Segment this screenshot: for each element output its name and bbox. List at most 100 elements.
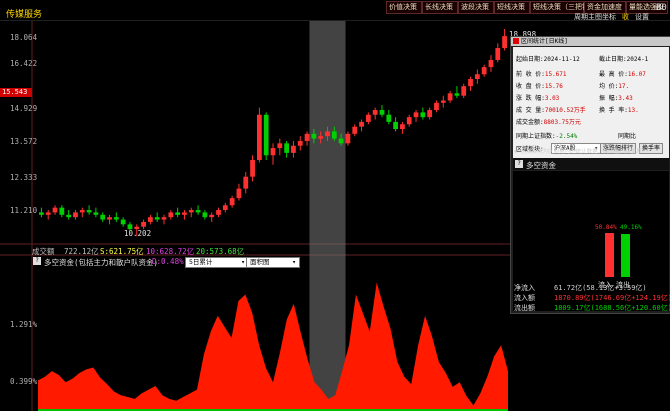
coord-button[interactable]: 坐标 <box>602 12 616 22</box>
volume-ma5: S:621.75亿 <box>100 247 144 256</box>
end-date-label: 截止日期: <box>599 56 627 63</box>
row-label: 流出额 <box>514 304 535 312</box>
period-button[interactable]: 周期 <box>574 12 588 22</box>
dialog-title-bar[interactable]: 区间统计[日K线] <box>511 37 670 46</box>
candle-body <box>474 74 480 80</box>
strategy-button[interactable]: 长线决策 <box>422 1 458 14</box>
candle-body <box>243 176 249 189</box>
y-tick-label: 11.210 <box>10 206 38 215</box>
app-icon <box>513 38 519 44</box>
table-row: 流入额 1870.89亿(1746.69亿+124.19亿) <box>514 293 670 303</box>
amount-value: 8803.75万元 <box>543 119 581 126</box>
start-date-value[interactable]: 2024-11-12 <box>544 56 580 63</box>
turnover-rank-button[interactable]: 换手率 <box>639 143 664 154</box>
checkbox-icon[interactable]: ▪ <box>514 149 517 155</box>
chevron-down-icon: ▾ <box>292 258 296 266</box>
compare2-label: 同期比 <box>618 133 637 140</box>
candle-body <box>413 112 419 118</box>
flow-panel-title: 多空资金 <box>526 161 556 170</box>
volume-ma20: 20:573.68亿 <box>196 247 245 256</box>
period-select-value: 5日累计 <box>189 258 213 266</box>
candle-body <box>263 114 269 156</box>
inflow-bar <box>605 233 614 277</box>
candle-body <box>79 210 85 213</box>
prev-close-label: 前 收 价: <box>516 71 545 78</box>
settings-button[interactable]: 设置 <box>635 12 649 22</box>
outflow-bar <box>621 234 630 277</box>
sector-note: ▪ 区域板块为区间期内的统计数据，关闭窗口后重算 <box>514 149 642 155</box>
candle-body <box>39 212 44 215</box>
candle-body <box>345 133 351 144</box>
candle-body <box>216 210 221 215</box>
selection-range-highlight <box>309 21 346 411</box>
low-price-label: 10.202 <box>124 229 152 238</box>
candle-body <box>427 109 433 118</box>
volume-ma10: 10:628.72亿 <box>146 247 195 256</box>
strategy-button[interactable]: 短线决策 <box>494 1 530 14</box>
volume-label-2: 成 交 量: <box>516 107 545 114</box>
candle-body <box>406 117 412 125</box>
help-icon[interactable]: ? <box>515 160 523 168</box>
candle-body <box>107 217 112 220</box>
candle-body <box>256 114 262 161</box>
row-value: 1870.89亿(1746.69亿+124.19亿) <box>554 294 670 302</box>
candle-body <box>175 212 181 215</box>
candle-body <box>229 198 235 206</box>
collect-button[interactable]: 收 <box>622 12 629 22</box>
candle-body <box>420 112 426 118</box>
strategy-button[interactable]: 价值决策 <box>386 1 422 14</box>
chevron-down-icon: ▾ <box>241 258 245 266</box>
help-icon[interactable]: ? <box>33 257 41 265</box>
high-label: 最 高 价: <box>599 71 628 78</box>
amount-label: 成交金额: <box>516 119 544 126</box>
y-tick-label: 12.333 <box>10 173 38 182</box>
index-compare-label: 同期上证指数: <box>516 133 556 140</box>
b0-label: B0 <box>656 3 667 13</box>
change-value: 3.03 <box>544 95 560 102</box>
candle-body <box>495 48 501 60</box>
candle-body <box>325 131 330 137</box>
flow-area <box>38 282 508 410</box>
table-row: 净流入 61.72亿(58.13亿+3.59亿) <box>514 283 670 293</box>
kline-chart[interactable] <box>0 21 512 411</box>
candle-body <box>461 86 467 96</box>
candle-body <box>202 212 208 218</box>
y-tick-label: 13.572 <box>10 137 38 146</box>
candle-body <box>393 121 398 130</box>
candle-body <box>236 188 242 199</box>
candle-body <box>168 212 174 218</box>
candle-body <box>318 136 324 139</box>
chart-type-select[interactable]: 面积图 ▾ <box>246 257 300 268</box>
candle-body <box>488 59 494 68</box>
table-row: 流出额 1809.17亿(1688.56亿+120.60亿) <box>514 303 670 313</box>
candle-body <box>270 148 276 156</box>
y-tick-label: 14.929 <box>10 104 38 113</box>
candle-body <box>311 133 317 139</box>
candle-body <box>120 219 126 225</box>
candle-body <box>66 214 72 218</box>
volume-value-2: 70010.52万手 <box>544 107 586 114</box>
amplitude-value: 3.43 <box>618 95 633 102</box>
range-stats-dialog: 区间统计[日K线] 起始日期:2024-11-12 截止日期:2024-1 前 … <box>510 36 670 314</box>
candle-body <box>400 124 405 130</box>
candle-body <box>352 126 358 134</box>
candle-body <box>284 143 290 153</box>
candle-body <box>52 207 58 213</box>
candle-body <box>277 143 283 149</box>
candle-body <box>447 93 453 101</box>
index-compare-value: -2.54% <box>555 133 578 140</box>
end-date-value[interactable]: 2024-1 <box>627 56 649 63</box>
dialog-title: 区间统计[日K线] <box>521 38 568 45</box>
candle-body <box>73 212 78 218</box>
candle-body <box>59 207 65 215</box>
strategy-button[interactable]: 波段决策 <box>458 1 494 14</box>
stock-title: 传媒服务 <box>6 10 43 20</box>
candle-body <box>148 217 153 222</box>
period-select[interactable]: 5日累计 ▾ <box>185 257 249 268</box>
main-chart-button[interactable]: 主图 <box>588 12 602 22</box>
candle-body <box>100 214 106 220</box>
chart-type-select-value: 面积图 <box>250 258 270 266</box>
candle-body <box>113 217 119 220</box>
candle-body <box>338 138 344 144</box>
candle-body <box>365 114 371 122</box>
